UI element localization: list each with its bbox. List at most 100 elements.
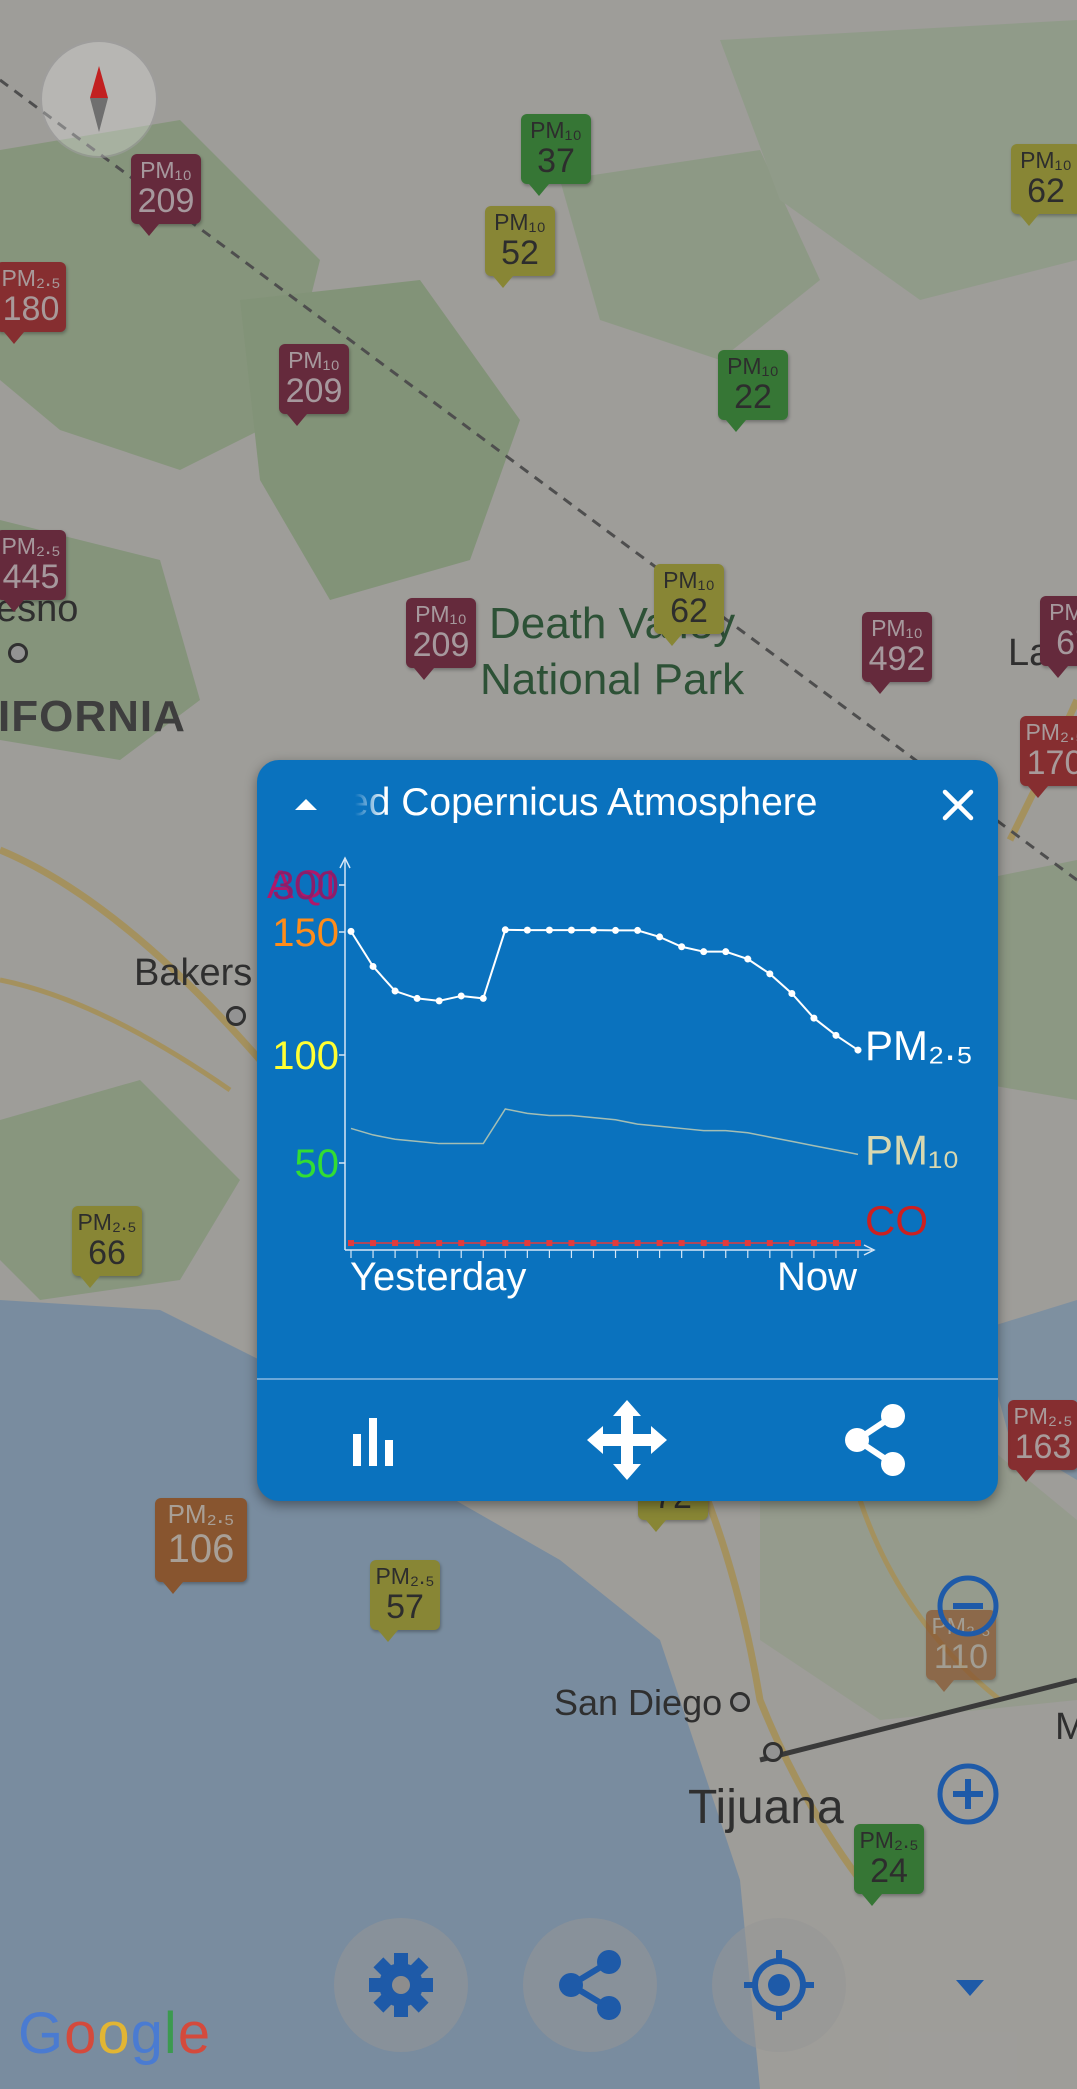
marker-value: 170 — [1026, 744, 1077, 782]
data-point — [435, 997, 443, 1005]
aq-marker[interactable]: PM₁₀ 62 — [1011, 144, 1077, 226]
data-point — [634, 1240, 641, 1247]
map-label-san-diego: San Diego — [554, 1682, 723, 1723]
aq-marker[interactable]: PM₂.₅ 180 — [0, 262, 66, 344]
series-line — [350, 1108, 859, 1156]
share-icon — [845, 1404, 905, 1476]
share-icon — [559, 1950, 621, 2020]
series-label: PM₂.₅ — [865, 1022, 973, 1069]
aq-marker[interactable]: PM₂.₅ 163 — [1008, 1400, 1077, 1482]
marker-pollutant: PM₂.₅ — [167, 1499, 235, 1529]
marker-value: 209 — [412, 626, 470, 664]
marker-pollutant: PM₂.₅ — [375, 1563, 435, 1589]
aq-marker[interactable]: PM₂.₅ 106 — [155, 1498, 247, 1594]
close-button[interactable] — [933, 780, 983, 830]
share-panel-button[interactable] — [825, 1390, 925, 1490]
data-point — [414, 1240, 421, 1247]
data-point — [567, 926, 575, 934]
data-point — [766, 970, 774, 978]
data-point — [524, 1240, 531, 1247]
marker-value: 180 — [2, 290, 60, 328]
chart-view-button[interactable] — [329, 1390, 429, 1490]
marker-pollutant: PM₁₀ — [140, 157, 192, 183]
data-point — [744, 955, 752, 963]
data-point — [480, 1240, 487, 1247]
google-logo-letter: e — [177, 2001, 212, 2066]
aq-marker[interactable]: PM₁₀ 62 — [654, 564, 724, 646]
panel-title-text: Unified Copernicus Atmosphere — [355, 781, 818, 824]
data-point — [832, 1240, 839, 1247]
move-panel-button[interactable] — [577, 1390, 677, 1490]
aq-marker[interactable]: PM₂.₅ 66 — [72, 1206, 142, 1288]
aq-marker[interactable]: PM₁₀ 37 — [521, 114, 591, 196]
my-location-icon — [744, 1950, 814, 2020]
data-point — [678, 943, 686, 951]
aq-marker[interactable]: PM₁₀ 52 — [485, 206, 555, 288]
panel-title: Unified Copernicus Atmosphere — [355, 778, 903, 828]
aq-marker[interactable]: PM₁₀ 22 — [718, 350, 788, 432]
aq-marker[interactable]: PM₂.₅ 57 — [370, 1560, 440, 1642]
data-point — [458, 1240, 465, 1247]
marker-pollutant: PM₁₀ — [663, 567, 715, 593]
y-tick-label: 100 — [272, 1034, 339, 1078]
marker-pollutant: PM₁₀ — [415, 601, 467, 627]
marker-value: 106 — [167, 1527, 235, 1571]
zoom-in-icon — [937, 1763, 999, 1825]
zoom-out-button[interactable] — [936, 1574, 1000, 1638]
aq-marker[interactable]: PM₂.₅170 — [1020, 716, 1077, 798]
aq-marker[interactable]: PM₁₀ 209 — [406, 598, 476, 680]
data-point — [810, 1014, 818, 1022]
aqi-history-chart[interactable]: AQI30015010050Yesterday NowPM₂.₅PM₁₀CO — [257, 850, 998, 1350]
data-point — [546, 1240, 553, 1247]
share-button[interactable] — [523, 1918, 657, 2052]
data-point — [590, 1240, 597, 1247]
marker-value: 66 — [88, 1234, 126, 1272]
compass-button[interactable] — [40, 40, 158, 158]
google-logo-letter: G — [18, 2001, 65, 2066]
data-point — [744, 1240, 751, 1247]
data-point — [436, 1240, 443, 1247]
google-logo-letter: l — [163, 2001, 178, 2066]
data-point — [656, 1240, 663, 1247]
marker-pollutant: PM₂.₅ — [859, 1827, 919, 1853]
city-dot-bakersfield — [226, 1006, 246, 1026]
data-point — [369, 962, 377, 970]
gear-icon — [369, 1953, 433, 2017]
aq-marker[interactable]: PM₁₀ 209 — [131, 154, 201, 236]
data-point — [678, 1240, 685, 1247]
death-valley-line-2: National Park — [480, 655, 745, 704]
aq-marker[interactable]: PM₁₀ 492 — [862, 612, 932, 694]
data-point — [766, 1240, 773, 1247]
google-logo-letter: o — [64, 2001, 98, 2066]
series-line — [350, 928, 859, 1051]
marker-value: 57 — [386, 1588, 424, 1626]
city-dot-san-diego — [730, 1692, 750, 1712]
google-logo: Google — [18, 2000, 211, 2067]
data-point — [855, 1240, 861, 1247]
air-quality-panel: Unified Copernicus Atmosphere AQI3001501… — [257, 760, 998, 1501]
marker-value: 52 — [501, 234, 539, 272]
marker-value: 445 — [2, 558, 60, 596]
my-location-button[interactable] — [712, 1918, 846, 2052]
data-point — [391, 987, 399, 995]
marker-pollutant: PM₂.₅ — [1013, 1403, 1073, 1429]
x-tick-label-end: Now — [777, 1255, 857, 1299]
aq-marker[interactable]: PM₁₀67 — [1040, 596, 1077, 678]
aq-marker[interactable]: PM₂.₅ 445 — [0, 530, 66, 612]
data-point — [545, 926, 553, 934]
zoom-in-button[interactable] — [936, 1762, 1000, 1826]
aq-marker[interactable]: PM₁₀ 209 — [279, 344, 349, 426]
marker-value: 22 — [734, 378, 772, 416]
more-options-button[interactable] — [940, 1958, 1000, 2018]
data-point — [370, 1240, 377, 1247]
aq-marker[interactable]: PM₂.₅ 24 — [854, 1824, 924, 1906]
data-point — [392, 1240, 399, 1247]
marker-pollutant: PM₁₀ — [871, 615, 923, 641]
settings-button[interactable] — [334, 1918, 468, 2052]
data-point — [832, 1031, 840, 1039]
marker-pollutant: PM₁₀ — [288, 347, 340, 373]
y-tick-label: 50 — [295, 1142, 340, 1186]
data-point — [523, 926, 531, 934]
marker-pollutant: PM₁₀ — [530, 117, 582, 143]
collapse-button[interactable] — [281, 780, 331, 830]
